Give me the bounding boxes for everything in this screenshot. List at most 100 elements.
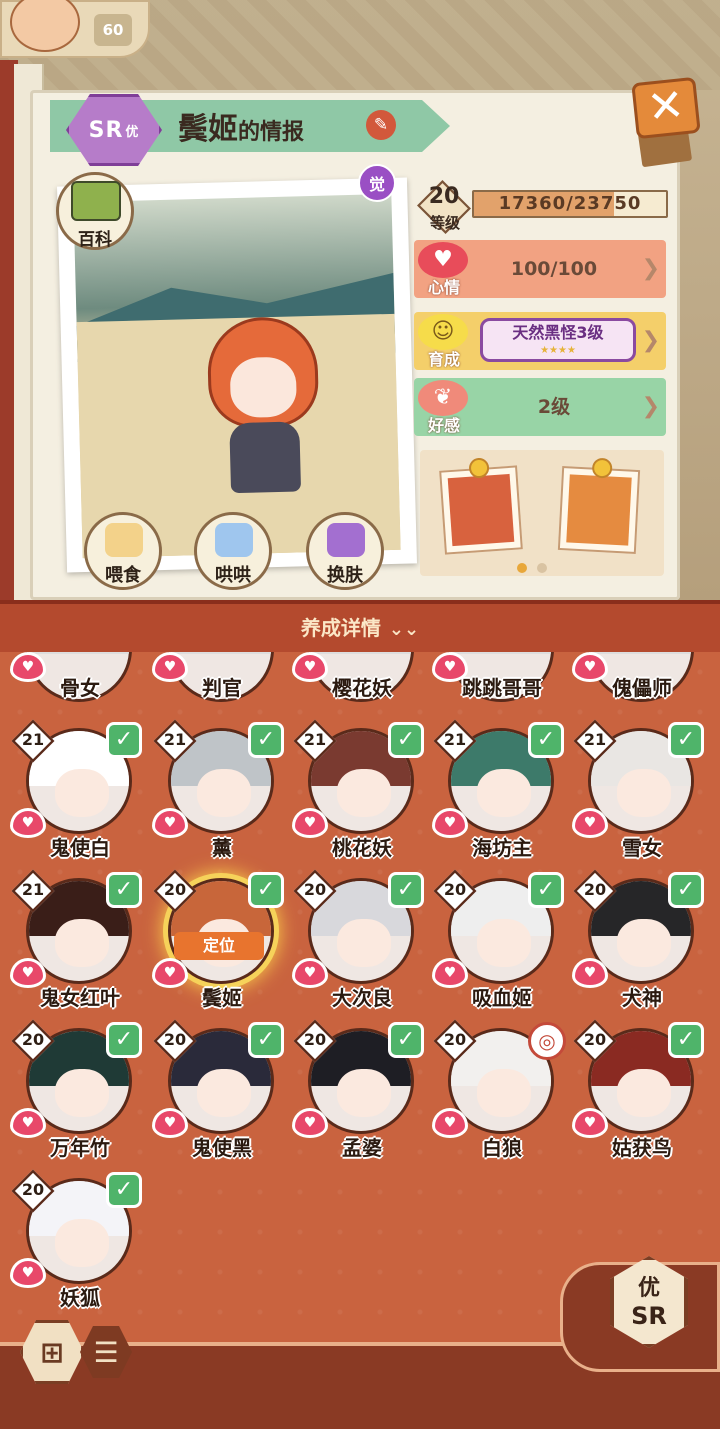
character-card[interactable]: 20 ✓ ♥ 妖狐 — [10, 1169, 150, 1322]
level-label: 等级 — [429, 214, 460, 232]
character-card[interactable]: 21 ✓ ♥ 桃花妖 — [292, 719, 432, 872]
character-card[interactable]: 20 ◎ ♥ 白狼 — [432, 1019, 572, 1172]
check-icon: ✓ — [106, 1172, 142, 1208]
portrait-face — [55, 1219, 109, 1267]
portrait-face — [337, 1069, 391, 1117]
carousel-dot[interactable] — [537, 563, 547, 573]
character-level: 20 — [163, 880, 187, 899]
character-card[interactable]: 20 ✓ ♥ 犬神 — [572, 869, 712, 1022]
trait-badge[interactable]: 天然黑怪3级 ★★★★ — [480, 318, 636, 362]
character-card[interactable]: 21 ✓ ♥ 海坊主 — [432, 719, 572, 872]
favor-row[interactable]: ❦ 好感 2级 ❯ — [414, 378, 666, 436]
character-name: 海坊主 — [472, 836, 532, 860]
carousel-dot-active[interactable] — [517, 563, 527, 573]
check-icon: ✓ — [106, 872, 142, 908]
awaken-icon[interactable]: 觉 — [358, 164, 396, 202]
check-icon: ✓ — [388, 872, 424, 908]
character-level: 20 — [583, 880, 607, 899]
trait-text: 天然黑怪3级 — [512, 323, 604, 342]
character-name: 薰 — [212, 836, 232, 860]
portrait-hair — [311, 652, 411, 654]
character-card[interactable]: 21 ✓ ♥ 鬼使白 — [10, 719, 150, 872]
rarity-filter-top: 优 — [637, 1276, 660, 1301]
chevron-right-icon: ❯ — [641, 394, 660, 419]
character-name: 白狼 — [482, 1136, 522, 1160]
trait-stars: ★★★★ — [540, 345, 576, 356]
mood-row[interactable]: ♥ 心情 100/100 ❯ — [414, 240, 666, 298]
portrait-face — [617, 769, 671, 817]
ramen-gift-icon[interactable] — [439, 457, 523, 555]
portrait-face — [617, 919, 671, 967]
portrait-face — [55, 919, 109, 967]
kimono-icon — [327, 523, 365, 557]
check-icon: ✓ — [106, 722, 142, 758]
character-level: 21 — [443, 730, 467, 749]
character-card[interactable]: 20 ✓ ♥ 孟婆 — [292, 1019, 432, 1172]
character-name: 鬓姬 — [178, 112, 238, 147]
locate-tag[interactable]: 定位 — [174, 932, 264, 960]
panel-header[interactable]: 养成详情 ⌄⌄ — [0, 600, 720, 652]
check-icon: ✓ — [248, 1022, 284, 1058]
character-card[interactable]: ♥ 樱花妖 — [292, 652, 432, 712]
character-name: 孟婆 — [342, 1136, 382, 1160]
character-torso — [229, 421, 302, 494]
character-name: 雪女 — [622, 836, 662, 860]
player-avatar[interactable]: 60 — [0, 0, 150, 58]
character-level: 20 — [303, 1030, 327, 1049]
character-card-selected[interactable]: 20 ✓ ♥ 定位 鬓姬 — [152, 869, 292, 1022]
special-mark-icon: ◎ — [528, 1022, 566, 1060]
character-card[interactable]: 20 ✓ ♥ 鬼使黑 — [152, 1019, 292, 1172]
close-button[interactable]: ✕ — [631, 76, 701, 140]
coax-button[interactable]: 哄哄 — [194, 512, 272, 590]
character-level: 21 — [163, 730, 187, 749]
character-grid: ♥ 骨女 ♥ 判官 ♥ 樱花妖 ♥ 跳跳哥哥 ♥ 傀儡师 21 ✓ ♥ 鬼使白 21 ✓ ♥ 薰 21 ✓ ♥ 桃花妖 21… — [0, 652, 720, 1342]
character-name: 妖狐 — [60, 1286, 100, 1310]
favor-label: 好感 — [427, 416, 460, 435]
skin-label: 换肤 — [327, 565, 363, 586]
daruma-gift-art — [566, 474, 632, 546]
character-level: 21 — [303, 730, 327, 749]
rarity-suffix: 优 — [125, 124, 140, 140]
character-name: 姑获鸟 — [612, 1136, 672, 1160]
character-card[interactable]: 21 ✓ ♥ 鬼女红叶 — [10, 869, 150, 1022]
edit-icon[interactable]: ✎ — [366, 110, 396, 140]
feed-label: 喂食 — [105, 565, 141, 586]
character-card[interactable]: 20 ✓ ♥ 姑获鸟 — [572, 1019, 712, 1172]
character-name: 吸血姬 — [472, 986, 532, 1010]
chevron-down-icon: ⌄⌄ — [388, 619, 420, 640]
check-icon: ✓ — [528, 872, 564, 908]
portrait-face — [617, 1069, 671, 1117]
rarity-filter-bottom: SR — [631, 1302, 667, 1330]
mood-label: 心情 — [427, 278, 460, 297]
list-view-icon: ☰ — [93, 1335, 119, 1369]
portrait-hair — [591, 652, 691, 654]
character-level: 21 — [583, 730, 607, 749]
character-card[interactable]: 20 ✓ ♥ 大次良 — [292, 869, 432, 1022]
character-card[interactable]: 20 ✓ ♥ 万年竹 — [10, 1019, 150, 1172]
character-sprite[interactable] — [197, 315, 322, 499]
title-suffix: 的情报 — [238, 120, 305, 145]
character-card[interactable]: ♥ 傀儡师 — [572, 652, 712, 712]
character-card[interactable]: ♥ 判官 — [152, 652, 292, 712]
portrait-face — [477, 1069, 531, 1117]
character-card[interactable]: 21 ✓ ♥ 薰 — [152, 719, 292, 872]
encyclopedia-button[interactable]: 百科 — [56, 172, 134, 250]
character-card[interactable]: ♥ 跳跳哥哥 — [432, 652, 572, 712]
chevron-right-icon: ❯ — [641, 328, 660, 353]
character-level: 20 — [21, 1030, 45, 1049]
growth-row[interactable]: ☺ 育成 天然黑怪3级 ★★★★ ❯ — [414, 312, 666, 370]
milk-carton-icon — [215, 523, 253, 557]
daruma-gift-icon[interactable] — [557, 457, 641, 554]
portrait-face — [337, 919, 391, 967]
character-level: 20 — [443, 880, 467, 899]
portrait-face — [55, 1069, 109, 1117]
feed-button[interactable]: 喂食 — [84, 512, 162, 590]
character-name: 万年竹 — [50, 1136, 110, 1160]
book-icon — [71, 181, 121, 221]
portrait-face — [477, 769, 531, 817]
exp-bar: 17360/23750 — [472, 190, 668, 218]
character-card[interactable]: 21 ✓ ♥ 雪女 — [572, 719, 712, 872]
skin-button[interactable]: 换肤 — [306, 512, 384, 590]
character-card[interactable]: 20 ✓ ♥ 吸血姬 — [432, 869, 572, 1022]
character-card[interactable]: ♥ 骨女 — [10, 652, 150, 712]
